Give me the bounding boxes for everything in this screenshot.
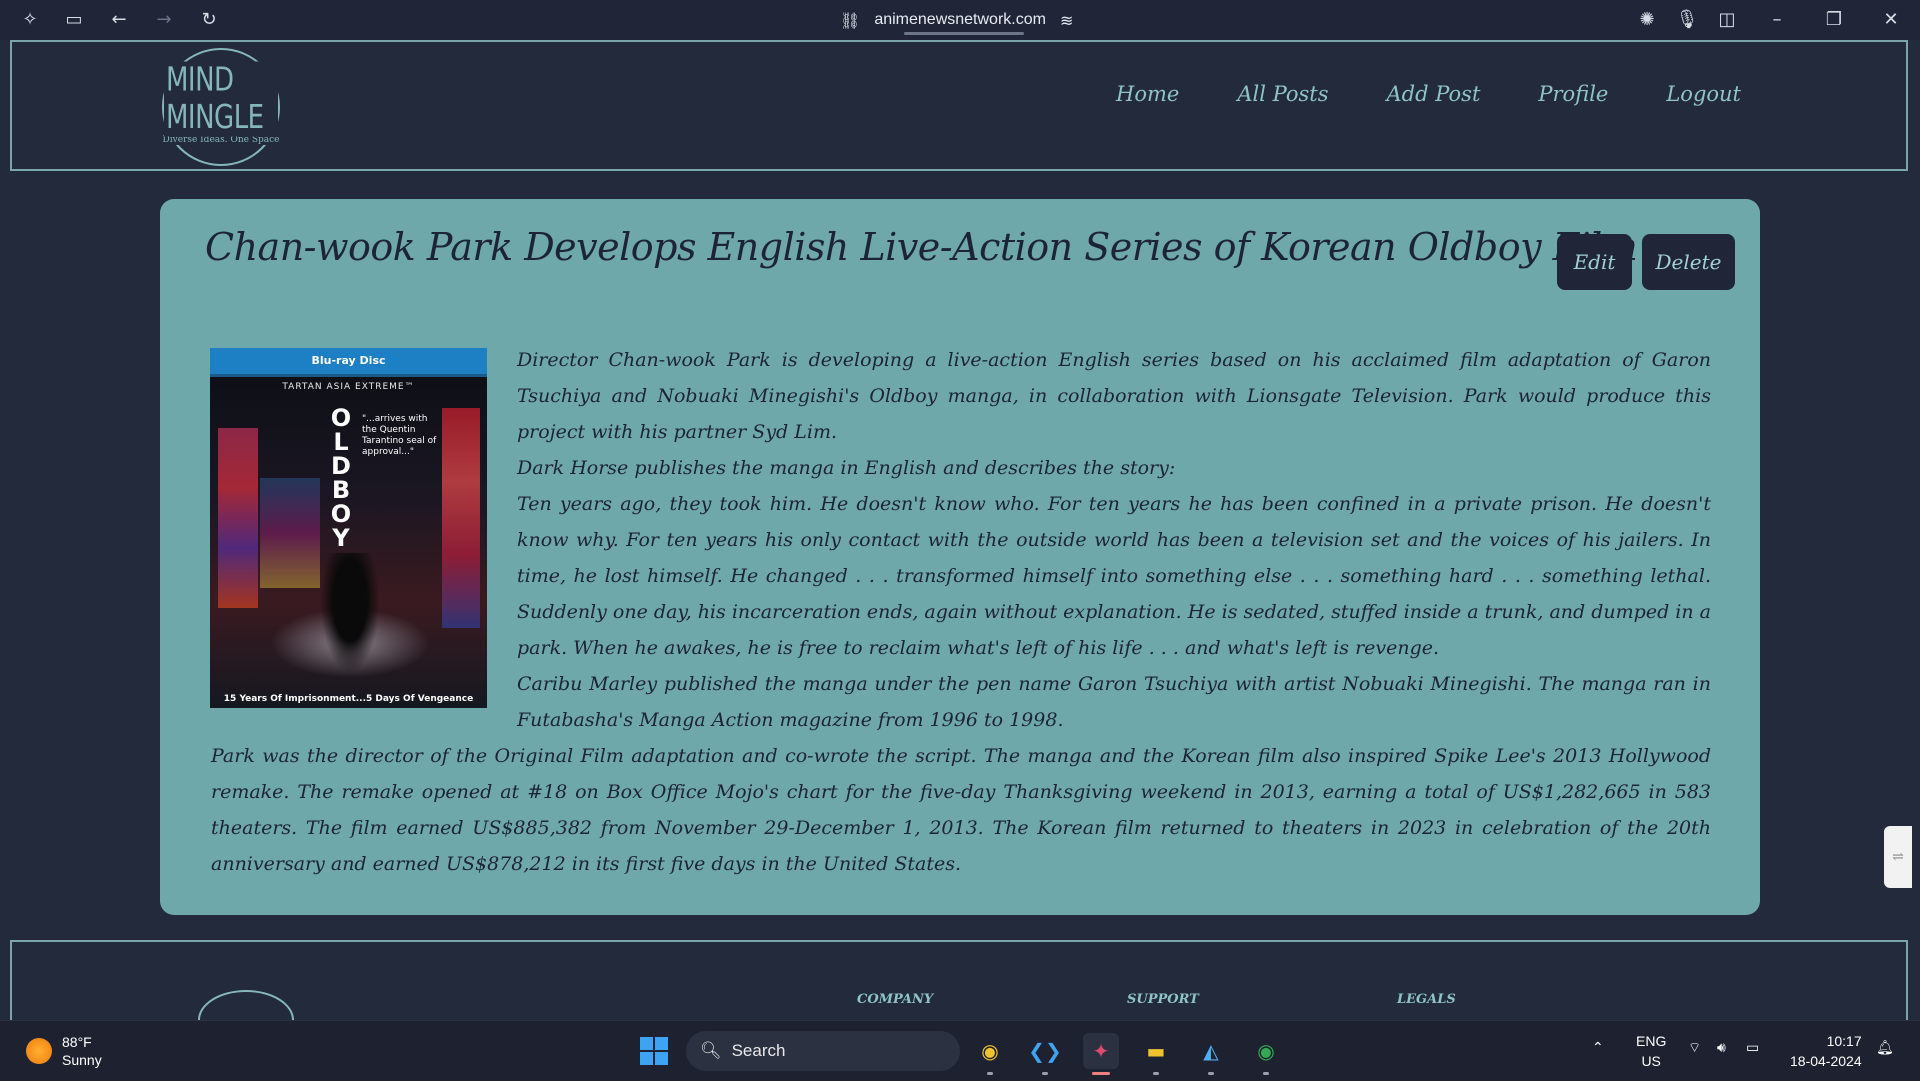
extensions-icon[interactable]: ✺: [1635, 8, 1659, 32]
post-paragraph: Park was the director of the Original Fi…: [211, 745, 1711, 875]
site-footer: COMPANY SUPPORT LEGALS: [10, 940, 1908, 1050]
nav-all-posts[interactable]: All Posts: [1237, 82, 1328, 106]
nav-home[interactable]: Home: [1116, 82, 1179, 106]
url-loading-bar: [904, 32, 1024, 35]
language: ENG: [1636, 1033, 1667, 1049]
start-button[interactable]: [640, 1037, 668, 1065]
battery-icon[interactable]: ▭: [1746, 1039, 1759, 1056]
site-logo[interactable]: MIND MINGLE Diverse Ideas. One Space: [162, 48, 280, 166]
file-explorer-icon[interactable]: ▬: [1138, 1033, 1174, 1075]
nav-profile[interactable]: Profile: [1538, 82, 1608, 106]
copilot-icon[interactable]: ✧: [18, 8, 42, 32]
cover-title: OLDBOY: [330, 404, 352, 552]
cover-quote: "...arrives with the Quentin Tarantino s…: [362, 414, 437, 457]
logo-tagline: Diverse Ideas. One Space: [162, 135, 280, 145]
site-header: MIND MINGLE Diverse Ideas. One Space Hom…: [10, 40, 1908, 171]
address-bar[interactable]: ⛓ animenewsnetwork.com ≋: [840, 6, 1073, 34]
clock[interactable]: 10:17 18-04-2024: [1790, 1031, 1862, 1071]
post-cover-image: Blu-ray Disc TARTAN ASIA EXTREME™ OLDBOY…: [210, 348, 487, 708]
volume-icon[interactable]: 🔊︎: [1717, 1039, 1726, 1056]
back-icon[interactable]: ←: [107, 8, 131, 32]
time: 10:17: [1826, 1033, 1862, 1049]
chrome-icon-2[interactable]: ◉: [1248, 1033, 1284, 1075]
post-card: Chan-wook Park Develops English Live-Act…: [160, 199, 1760, 915]
maximize-icon[interactable]: ❐: [1822, 8, 1846, 32]
browser-toolbar: ✧ ▭ ← → ↻ ⛓ animenewsnetwork.com ≋ ✺ 🎙 ◫…: [0, 0, 1920, 40]
weather-widget[interactable]: 88°F Sunny: [26, 1033, 102, 1069]
search-icon: 🔍︎: [700, 1041, 722, 1061]
footer-legals: LEGALS: [1397, 992, 1456, 1007]
chevron-up-icon[interactable]: ⌃: [1592, 1039, 1604, 1056]
app-icon[interactable]: ✦: [1083, 1033, 1119, 1075]
side-panel-tab[interactable]: ⇌: [1884, 826, 1912, 888]
split-icon[interactable]: ◫: [1715, 8, 1739, 32]
footer-company: COMPANY: [857, 992, 934, 1007]
vscode-icon[interactable]: ❮❯: [1027, 1033, 1063, 1075]
photos-icon[interactable]: ◭: [1193, 1033, 1229, 1075]
cover-series: TARTAN ASIA EXTREME™: [282, 382, 415, 392]
link-icon: ⛓: [840, 10, 861, 30]
page: MIND MINGLE Diverse Ideas. One Space Hom…: [0, 40, 1920, 1050]
nav-add-post[interactable]: Add Post: [1387, 82, 1481, 106]
region: US: [1641, 1053, 1661, 1069]
bell-icon[interactable]: 🔔︎: [1876, 1039, 1894, 1056]
close-icon[interactable]: ✕: [1879, 8, 1903, 32]
forward-icon[interactable]: →: [152, 8, 176, 32]
minimize-icon[interactable]: –: [1765, 8, 1789, 32]
date: 18-04-2024: [1790, 1053, 1862, 1069]
cover-tagline: 15 Years Of Imprisonment...5 Days Of Ven…: [223, 694, 474, 704]
footer-support: SUPPORT: [1127, 992, 1199, 1007]
delete-button[interactable]: Delete: [1642, 234, 1735, 290]
logo-name: MIND MINGLE: [164, 61, 278, 137]
taskbar-search[interactable]: 🔍︎ Search: [686, 1031, 960, 1071]
edit-button[interactable]: Edit: [1557, 234, 1632, 290]
nav-logout[interactable]: Logout: [1666, 82, 1741, 106]
url-text: animenewsnetwork.com: [874, 11, 1046, 28]
chrome-icon[interactable]: ◉: [972, 1033, 1008, 1075]
bluray-logo: Blu-ray Disc: [210, 348, 487, 374]
main-nav: Home All Posts Add Post Profile Logout: [1116, 82, 1741, 106]
sun-icon: [26, 1038, 52, 1064]
search-label: Search: [731, 1041, 786, 1060]
tune-icon[interactable]: ≋: [1060, 11, 1073, 30]
wifi-icon[interactable]: ⌔: [1688, 1039, 1701, 1057]
weather-temp: 88°F: [62, 1034, 92, 1050]
taskbar: 88°F Sunny 🔍︎ Search ◉ ❮❯ ✦ ▬ ◭ ◉ ⌃ ENG …: [0, 1020, 1920, 1081]
weather-condition: Sunny: [62, 1052, 102, 1068]
sidebar-icon[interactable]: ▭: [62, 8, 86, 32]
post-title: Chan-wook Park Develops English Live-Act…: [205, 225, 1638, 269]
refresh-icon[interactable]: ↻: [197, 8, 221, 32]
mic-icon[interactable]: 🎙: [1675, 8, 1699, 32]
language-indicator[interactable]: ENG US: [1636, 1031, 1666, 1071]
